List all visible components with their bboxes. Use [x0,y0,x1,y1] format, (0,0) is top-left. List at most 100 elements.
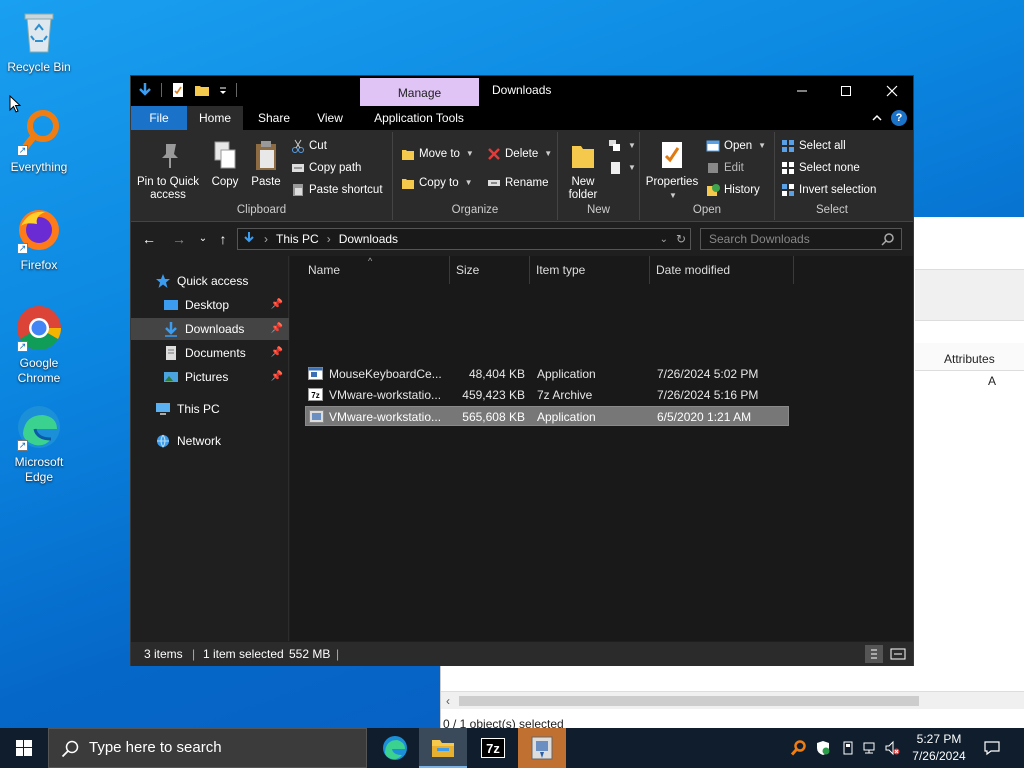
tab-file[interactable]: File [131,106,187,130]
desktop-icon-everything[interactable]: ↗ Everything [0,108,78,175]
bg-horizontal-scrollbar[interactable]: ‹ [441,691,1024,709]
nav-pictures[interactable]: Pictures 📌 [131,366,289,388]
volume-muted-icon[interactable] [884,740,900,756]
copy-path-icon [291,161,305,175]
collapse-ribbon-icon[interactable] [871,112,883,124]
nav-network[interactable]: Network [131,430,289,452]
new-folder-button[interactable]: New folder [562,140,604,202]
column-header-date-modified[interactable]: Date modified [650,256,794,284]
copy-to-button[interactable]: Copy to ▼ [401,173,473,193]
select-none-button[interactable]: Select none [781,158,860,178]
scroll-thumb[interactable] [459,696,919,706]
edit-button[interactable]: Edit [706,158,744,178]
new-folder-icon[interactable] [194,82,210,98]
history-icon [706,183,720,197]
nav-this-pc[interactable]: This PC [131,398,289,420]
breadcrumb-this-pc[interactable]: This PC [276,232,319,246]
large-icons-view-icon[interactable] [889,645,907,663]
notifications-icon[interactable] [983,739,1001,757]
nav-desktop-label: Desktop [185,298,230,312]
delete-button[interactable]: Delete ▼ [487,144,552,164]
address-dropdown-icon[interactable]: ⌄ [660,234,668,245]
file-type: 7z Archive [537,388,593,402]
taskbar-file-explorer[interactable] [419,728,467,768]
column-header-name[interactable]: Name ^ [302,256,450,284]
sort-ascending-icon: ^ [368,256,373,266]
minimize-button[interactable] [779,76,825,106]
invert-selection-button[interactable]: Invert selection [781,180,876,200]
breadcrumb-downloads[interactable]: Downloads [339,232,398,246]
nav-desktop[interactable]: Desktop 📌 [131,294,289,316]
scroll-left-icon[interactable]: ‹ [446,694,450,708]
nav-pictures-label: Pictures [185,370,229,384]
select-all-button[interactable]: Select all [781,136,846,156]
paste-button[interactable]: Paste [247,140,285,189]
desktop-icon-firefox[interactable]: ↗ Firefox [0,206,78,273]
tab-home[interactable]: Home [187,106,243,130]
forward-arrow-icon[interactable]: → [169,229,189,249]
rename-button[interactable]: Rename [487,173,548,193]
refresh-icon[interactable]: ↻ [676,232,686,246]
file-row-selected[interactable]: VMware-workstatio... 565,608 KB Applicat… [305,406,789,426]
customize-qat-icon[interactable] [218,82,228,98]
taskbar-search-box[interactable]: Type here to search [48,728,367,768]
copy-path-button[interactable]: Copy path [291,158,361,178]
copy-button[interactable]: Copy [207,140,243,189]
everything-tray-icon[interactable] [790,740,806,756]
new-item-button[interactable]: ▼ [608,136,636,156]
up-arrow-icon[interactable]: ↑ [213,229,233,249]
tab-application-tools[interactable]: Application Tools [361,106,477,130]
cut-button[interactable]: Cut [291,136,327,156]
bg-attribute-value: A [988,374,997,388]
recent-locations-icon[interactable]: ⌄ [193,229,213,249]
easy-access-button[interactable]: ▼ [608,158,636,178]
file-row[interactable]: 7z VMware-workstatio... 459,423 KB 7z Ar… [305,385,789,405]
taskbar-installer[interactable] [518,728,566,768]
search-input[interactable]: Search Downloads [700,228,902,250]
taskbar-7zip[interactable]: 7z [469,728,517,768]
pin-quick-access-button[interactable]: Pin to Quick access [135,140,205,202]
maximize-button[interactable] [823,76,869,106]
tab-share[interactable]: Share [249,106,299,130]
chevron-right-icon: › [326,232,331,246]
usb-device-icon[interactable] [840,740,856,756]
taskbar-edge[interactable] [371,728,419,768]
tab-manage[interactable]: Manage [360,78,479,106]
file-row[interactable]: MouseKeyboardCe... 48,404 KB Application… [305,364,789,384]
column-header-size[interactable]: Size [450,256,530,284]
properties-button[interactable]: Properties ▼ [644,140,700,202]
file-size: 565,608 KB [462,410,525,424]
history-button[interactable]: History [706,180,760,200]
close-button[interactable] [869,76,915,106]
column-header-item-type[interactable]: Item type [530,256,650,284]
desktop-icon-chrome[interactable]: ↗ Google Chrome [0,304,78,386]
clipboard-group: Pin to Quick access Copy Paste Cut Copy … [131,132,393,220]
desktop-icon-recycle-bin[interactable]: Recycle Bin [0,8,78,75]
nav-downloads[interactable]: Downloads 📌 [131,318,289,340]
security-shield-icon[interactable] [815,740,831,756]
back-arrow-icon[interactable]: ← [139,229,159,249]
taskbar-clock[interactable]: 5:27 PM 7/26/2024 [908,731,970,765]
address-input[interactable]: › This PC › Downloads ⌄ ↻ [237,228,691,250]
move-to-button[interactable]: Move to ▼ [401,144,474,164]
network-tray-icon[interactable] [862,740,878,756]
paste-label: Paste [251,176,281,188]
properties-icon[interactable] [170,82,186,98]
help-icon[interactable]: ? [891,110,907,126]
details-view-icon[interactable] [865,645,883,663]
download-arrow-icon[interactable] [137,82,153,98]
start-button[interactable] [0,728,48,768]
installer-icon [309,410,324,423]
tab-view[interactable]: View [307,106,353,130]
status-item-count: 3 items [144,647,183,661]
edit-icon [706,161,720,175]
desktop-icon-label: Recycle Bin [7,60,71,74]
paste-shortcut-button[interactable]: Paste shortcut [291,180,383,200]
desktop-icon-edge[interactable]: ↗ Microsoft Edge [0,403,78,485]
bg-column-header-attributes[interactable]: Attributes [944,352,995,366]
bg-status-text: 0 / 1 object(s) selected [443,717,564,728]
open-button[interactable]: Open ▼ [706,136,766,156]
nav-quick-access[interactable]: Quick access [131,270,289,292]
title-bar[interactable]: Manage Downloads [131,76,913,106]
nav-documents[interactable]: Documents 📌 [131,342,289,364]
